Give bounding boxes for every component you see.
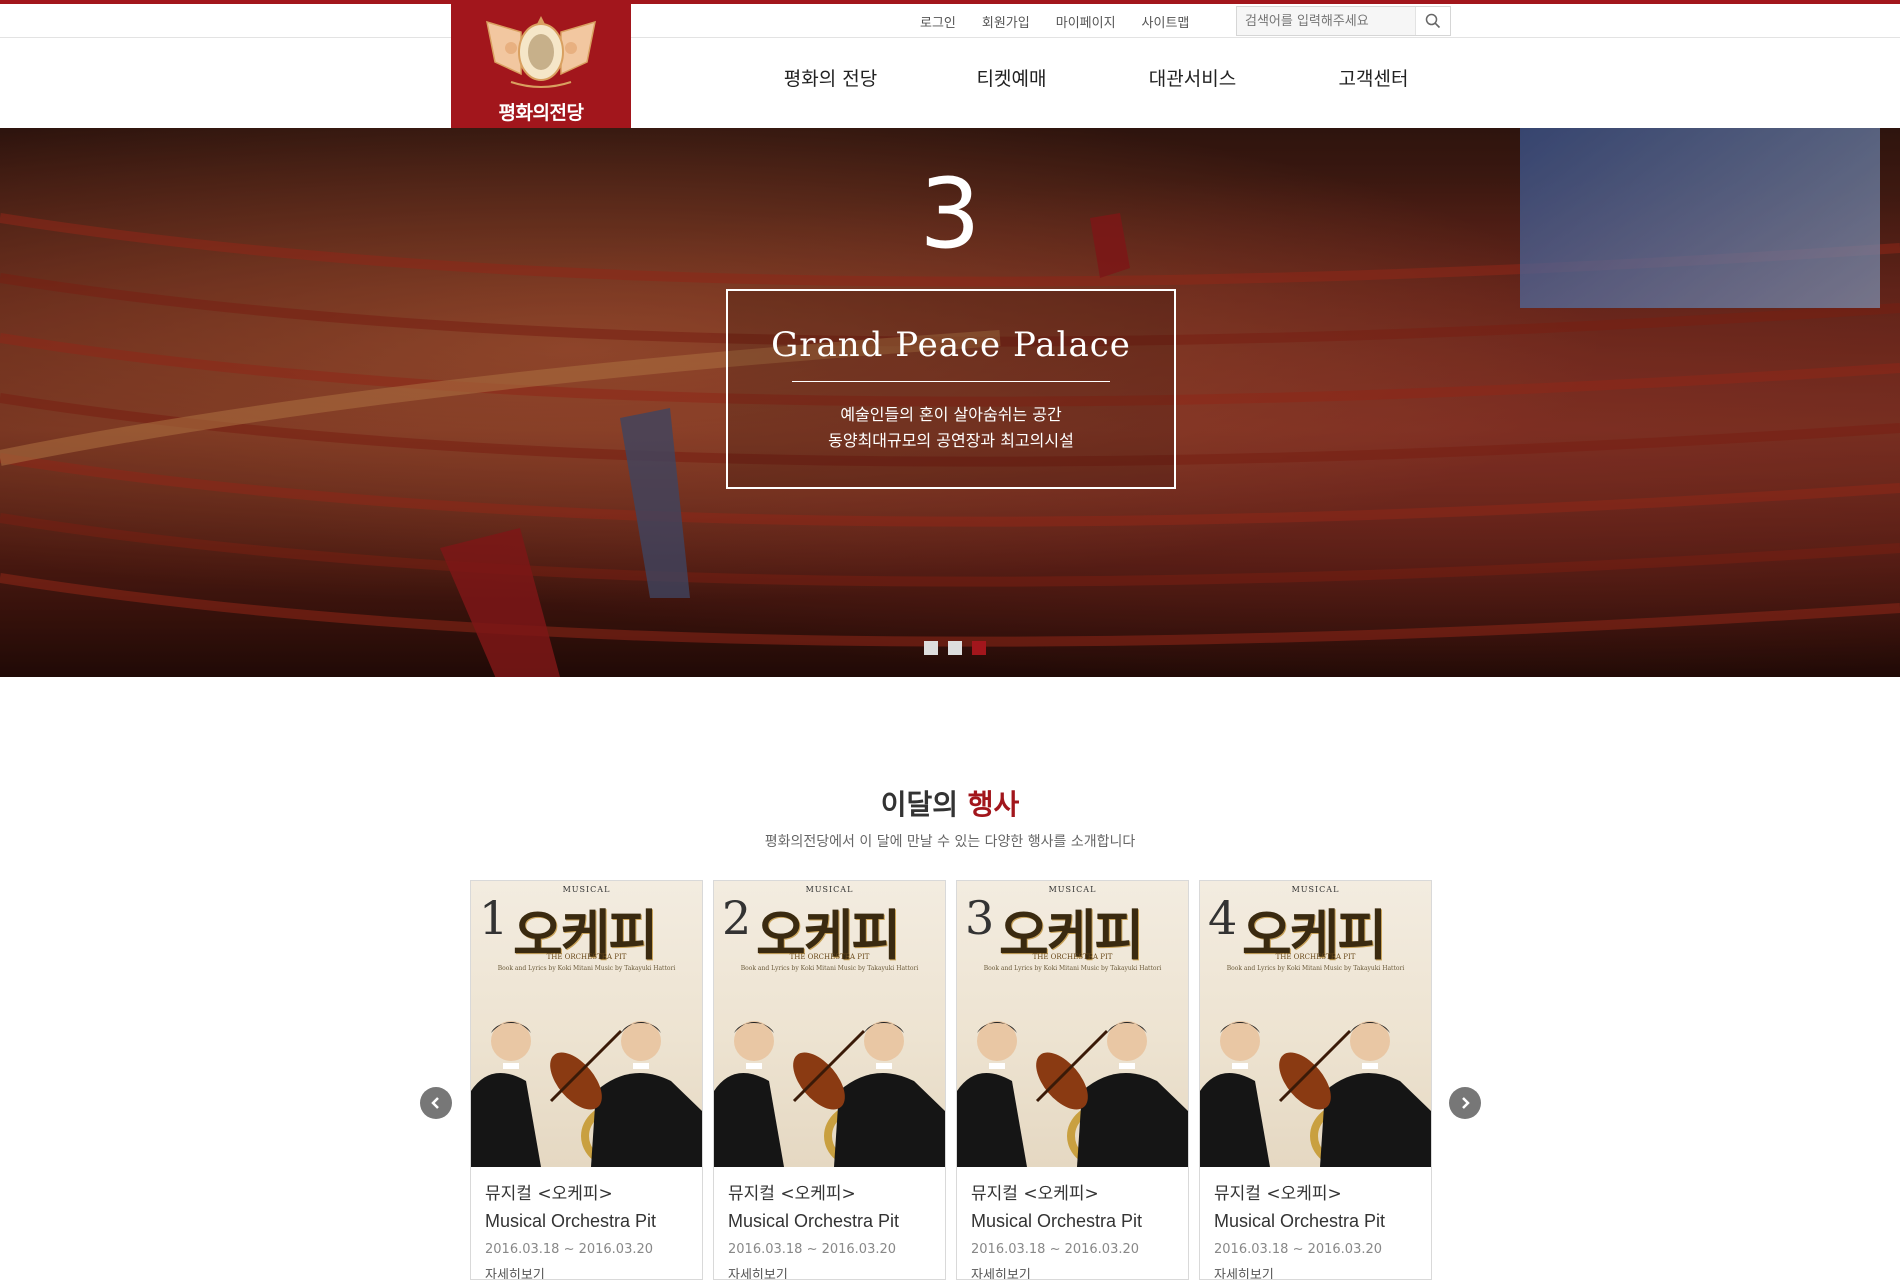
hero-caption-line-1: 예술인들의 혼이 살아숨쉬는 공간: [840, 405, 1062, 424]
hero-dot-3[interactable]: [972, 641, 986, 655]
section-title-plain: 이달의: [880, 788, 958, 821]
search-input[interactable]: [1237, 7, 1415, 35]
poster-subtitle: THE ORCHESTRA PIT: [789, 953, 870, 961]
event-carousel: MUSICAL 1 오케피 THE ORCHESTRA PIT Book and…: [470, 880, 1442, 1280]
event-poster: MUSICAL 2 오케피 THE ORCHESTRA PIT Book and…: [714, 881, 945, 1167]
sitemap-link[interactable]: 사이트맵: [1142, 12, 1190, 31]
event-date: 2016.03.18 ~ 2016.03.20: [728, 1242, 897, 1257]
utility-links: 로그인 회원가입 마이페이지 사이트맵: [920, 4, 1215, 38]
hero-dot-1[interactable]: [924, 641, 938, 655]
carousel-prev-button[interactable]: [420, 1087, 452, 1119]
main-nav: 평화의 전당 티켓예매 대관서비스 고객센터: [740, 64, 1464, 104]
poster-illustration: [1200, 1021, 1431, 1167]
hero-title: Grand Peace Palace: [771, 325, 1131, 365]
event-category: 뮤지컬 <오케피>: [971, 1184, 1099, 1204]
event-title: Musical Orchestra Pit: [485, 1211, 657, 1231]
event-title: Musical Orchestra Pit: [728, 1211, 900, 1231]
event-more-link[interactable]: 자세히보기: [485, 1267, 688, 1279]
event-date: 2016.03.18 ~ 2016.03.20: [971, 1242, 1140, 1257]
nav-item-about[interactable]: 평화의 전당: [740, 64, 921, 104]
search-box: [1236, 6, 1451, 36]
section-title-accent: 행사: [967, 788, 1020, 821]
hero-banner: 3 Grand Peace Palace 예술인들의 혼이 살아숨쉬는 공간 동…: [0, 128, 1900, 677]
hero-dot-2[interactable]: [948, 641, 962, 655]
section-subtitle: 평화의전당에서 이 달에 만날 수 있는 다양한 행사를 소개합니다: [764, 834, 1136, 850]
poster-subtitle: THE ORCHESTRA PIT: [546, 953, 627, 961]
poster-illustration: [471, 1021, 702, 1167]
event-category: 뮤지컬 <오케피>: [728, 1184, 856, 1204]
event-poster: MUSICAL 4 오케피 THE ORCHESTRA PIT Book and…: [1200, 881, 1431, 1167]
chevron-right-icon: [1462, 1097, 1470, 1109]
event-title: Musical Orchestra Pit: [971, 1211, 1143, 1231]
hero-slide-number: 3: [919, 158, 981, 270]
mypage-link[interactable]: 마이페이지: [1056, 12, 1116, 31]
poster-subtitle: THE ORCHESTRA PIT: [1275, 953, 1356, 961]
event-poster: MUSICAL 1 오케피 THE ORCHESTRA PIT Book and…: [471, 881, 702, 1167]
poster-subtitle: THE ORCHESTRA PIT: [1032, 953, 1113, 961]
section-title: 이달의 행사: [0, 783, 1900, 823]
carousel-next-button[interactable]: [1449, 1087, 1481, 1119]
search-button[interactable]: [1415, 7, 1450, 35]
chevron-left-icon: [431, 1097, 439, 1109]
event-card[interactable]: MUSICAL 2 오케피 THE ORCHESTRA PIT Book and…: [713, 880, 946, 1280]
poster-number: 4: [1208, 891, 1238, 945]
event-card-body: 뮤지컬 <오케피> Musical Orchestra Pit 2016.03.…: [471, 1167, 702, 1279]
event-card[interactable]: MUSICAL 3 오케피 THE ORCHESTRA PIT Book and…: [956, 880, 1189, 1280]
nav-item-rental[interactable]: 대관서비스: [1102, 64, 1283, 104]
signup-link[interactable]: 회원가입: [982, 12, 1030, 31]
search-icon: [1425, 13, 1441, 29]
event-date: 2016.03.18 ~ 2016.03.20: [485, 1242, 654, 1257]
poster-number: 2: [722, 891, 752, 945]
event-more-link[interactable]: 자세히보기: [728, 1267, 931, 1279]
event-more-link[interactable]: 자세히보기: [971, 1267, 1174, 1279]
event-card-body: 뮤지컬 <오케피> Musical Orchestra Pit 2016.03.…: [1200, 1167, 1431, 1279]
event-card-body: 뮤지컬 <오케피> Musical Orchestra Pit 2016.03.…: [957, 1167, 1188, 1279]
logo-text: 평화의전당: [498, 102, 584, 124]
event-title: Musical Orchestra Pit: [1214, 1211, 1386, 1231]
utility-bar: 로그인 회원가입 마이페이지 사이트맵: [0, 4, 1900, 38]
event-category: 뮤지컬 <오케피>: [485, 1184, 613, 1204]
event-date: 2016.03.18 ~ 2016.03.20: [1214, 1242, 1383, 1257]
poster-number: 1: [479, 891, 509, 945]
event-category: 뮤지컬 <오케피>: [1214, 1184, 1342, 1204]
nav-item-support[interactable]: 고객센터: [1283, 64, 1464, 104]
emblem-icon: [486, 16, 596, 88]
hero-divider: [792, 381, 1110, 382]
site-logo[interactable]: 평화의전당: [451, 4, 631, 128]
login-link[interactable]: 로그인: [920, 12, 956, 31]
hero-caption-box: Grand Peace Palace 예술인들의 혼이 살아숨쉬는 공간 동양최…: [726, 289, 1176, 489]
event-card[interactable]: MUSICAL 1 오케피 THE ORCHESTRA PIT Book and…: [470, 880, 703, 1280]
poster-number: 3: [965, 891, 995, 945]
hero-caption-line-2: 동양최대규모의 공연장과 최고의시설: [828, 431, 1074, 450]
event-poster: MUSICAL 3 오케피 THE ORCHESTRA PIT Book and…: [957, 881, 1188, 1167]
poster-illustration: [714, 1021, 945, 1167]
event-card-body: 뮤지컬 <오케피> Musical Orchestra Pit 2016.03.…: [714, 1167, 945, 1279]
nav-item-tickets[interactable]: 티켓예매: [921, 64, 1102, 104]
poster-illustration: [957, 1021, 1188, 1167]
hero-pagination: [924, 641, 996, 655]
event-more-link[interactable]: 자세히보기: [1214, 1267, 1417, 1279]
event-card[interactable]: MUSICAL 4 오케피 THE ORCHESTRA PIT Book and…: [1199, 880, 1432, 1280]
